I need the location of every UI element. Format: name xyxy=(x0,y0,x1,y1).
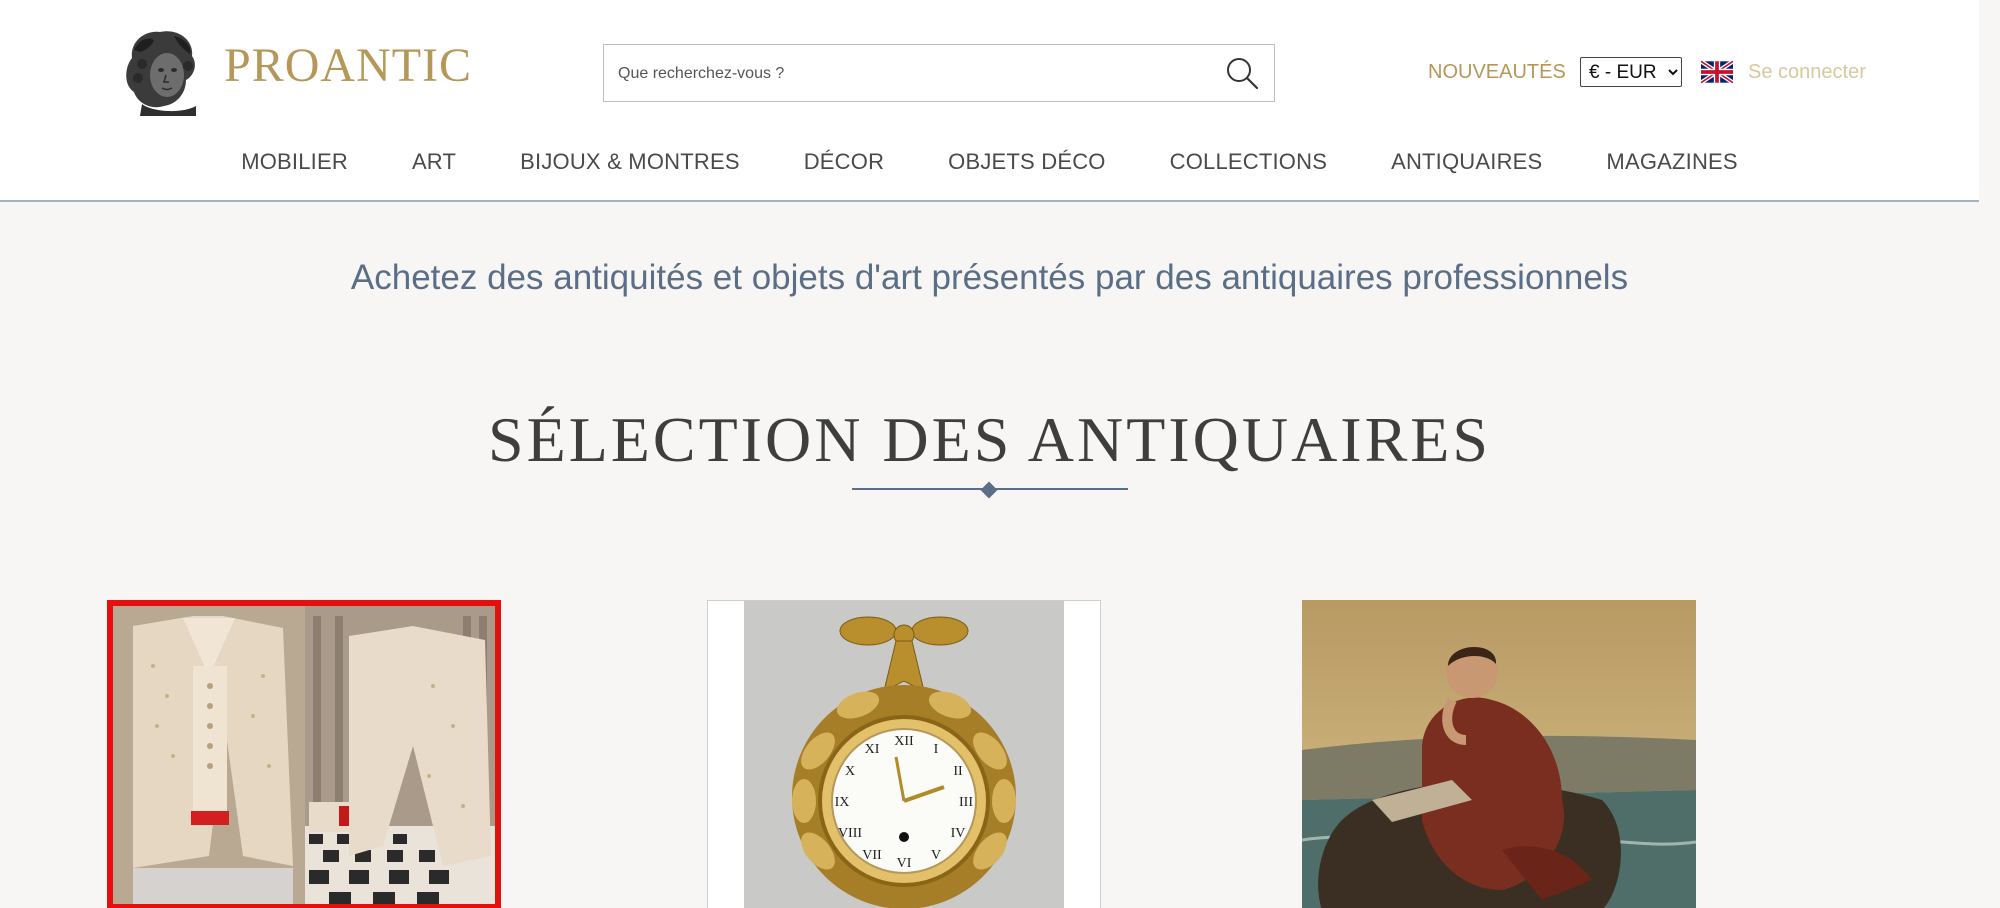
page: PROANTIC NOUVEAUTÉS € - EUR Se connecter… xyxy=(0,0,1979,908)
gilt-clock-image[interactable]: XII I II III IV V VI VII VIII IX X XI xyxy=(708,601,1100,908)
new-arrivals-link[interactable]: NOUVEAUTÉS xyxy=(1428,60,1566,84)
uk-flag-icon[interactable] xyxy=(1701,60,1733,84)
svg-text:V: V xyxy=(931,848,941,863)
search-icon[interactable] xyxy=(1224,55,1260,91)
svg-text:VII: VII xyxy=(862,848,882,863)
nav-item-magazines[interactable]: MAGAZINES xyxy=(1606,142,1737,182)
svg-text:VIII: VIII xyxy=(838,826,862,841)
section-title: SÉLECTION DES ANTIQUAIRES xyxy=(488,404,1491,475)
embroidered-coats-image[interactable] xyxy=(113,606,495,908)
search-input[interactable] xyxy=(616,57,1200,91)
tagline: Achetez des antiquités et objets d'art p… xyxy=(350,258,1629,297)
nav-item-collections[interactable]: COLLECTIONS xyxy=(1170,142,1327,182)
nav-item-mobilier[interactable]: MOBILIER xyxy=(241,142,348,182)
main-nav: MOBILIER ART BIJOUX & MONTRES DÉCOR OBJE… xyxy=(0,142,1979,182)
svg-text:IX: IX xyxy=(835,795,850,810)
currency-select[interactable]: € - EUR xyxy=(1580,57,1682,87)
svg-text:IV: IV xyxy=(951,826,966,841)
brand-name[interactable]: PROANTIC xyxy=(224,42,472,90)
nav-item-antiquaires[interactable]: ANTIQUAIRES xyxy=(1391,142,1542,182)
nav-item-decor[interactable]: DÉCOR xyxy=(804,142,884,182)
search-box xyxy=(603,44,1275,102)
nav-item-bijoux-montres[interactable]: BIJOUX & MONTRES xyxy=(520,142,740,182)
nav-item-objets-deco[interactable]: OBJETS DÉCO xyxy=(948,142,1105,182)
nav-item-art[interactable]: ART xyxy=(412,142,456,182)
svg-text:I: I xyxy=(934,742,939,757)
product-card-clock[interactable]: XII I II III IV V VI VII VIII IX X XI xyxy=(707,600,1101,908)
product-card-painting[interactable] xyxy=(1302,600,1696,908)
svg-text:II: II xyxy=(953,764,963,779)
svg-text:X: X xyxy=(845,764,855,779)
logo-bust-icon[interactable] xyxy=(112,20,212,120)
product-card-coats[interactable] xyxy=(107,600,501,908)
site-header: PROANTIC NOUVEAUTÉS € - EUR Se connecter… xyxy=(0,0,1979,202)
romantic-painting-image[interactable] xyxy=(1302,600,1696,908)
svg-text:VI: VI xyxy=(897,856,912,871)
svg-text:III: III xyxy=(959,795,973,810)
divider-diamond-icon xyxy=(980,481,998,499)
svg-text:XI: XI xyxy=(865,742,880,757)
svg-text:XII: XII xyxy=(894,734,914,749)
login-link[interactable]: Se connecter xyxy=(1748,60,1866,84)
